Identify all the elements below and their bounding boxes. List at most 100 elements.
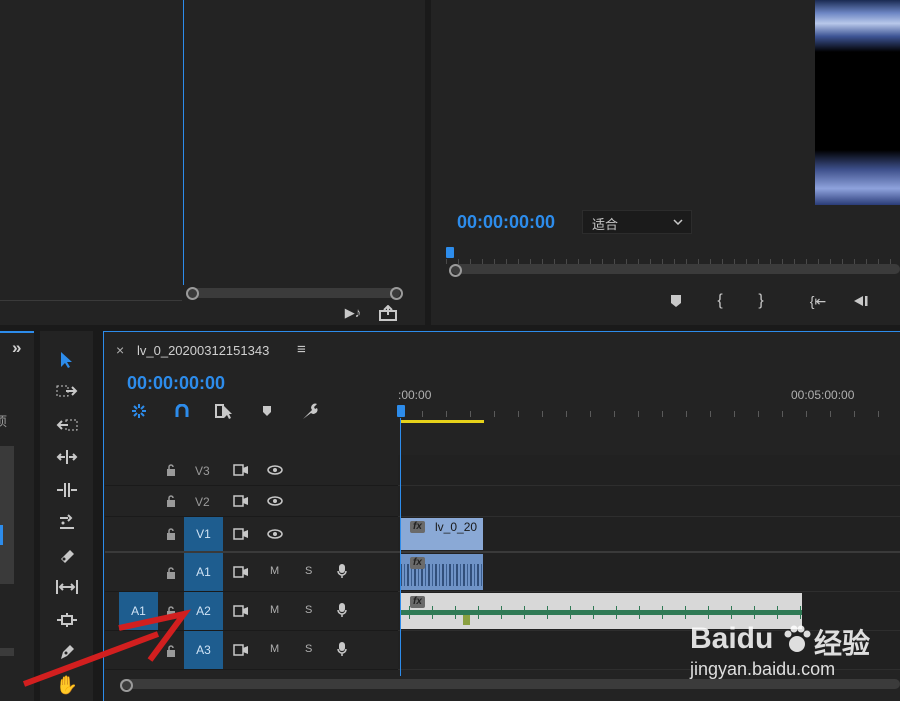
go-to-in-icon[interactable]: {⇤ [807,291,829,311]
work-area-bar[interactable] [400,420,484,423]
project-scroll-track[interactable] [0,648,14,656]
watermark-url: jingyan.baidu.com [690,659,836,679]
source-playhead-line [183,0,184,285]
microphone-icon[interactable] [335,601,349,619]
program-scroll-bar[interactable] [451,264,900,274]
microphone-icon[interactable] [335,562,349,580]
export-frame-icon[interactable] [378,304,398,322]
track-area-v3[interactable] [398,455,900,486]
track-select-forward-icon[interactable] [54,381,80,401]
program-monitor-panel: 00:00:00:00 适合 { } {⇤ [431,0,900,325]
ruler-ticks [398,411,900,417]
sequence-tab-close-button[interactable]: × [116,342,124,358]
ruler-start-label: :00:00 [398,388,432,402]
lock-icon[interactable] [164,526,178,542]
rolling-edit-icon[interactable] [54,480,80,500]
project-item-selected[interactable] [0,525,3,545]
nest-icon[interactable] [130,402,148,420]
step-back-icon[interactable] [849,292,871,310]
audio-clip-a1[interactable]: fx [400,554,483,590]
track-name-v3[interactable]: V3 [195,464,210,478]
track-header-v3 [105,455,398,486]
source-scroll-handle-right[interactable] [390,287,403,300]
source-scroll-bar[interactable] [186,288,400,298]
chevron-down-icon [671,215,685,229]
snap-icon[interactable] [173,402,191,420]
toggle-sync-lock-icon[interactable] [233,565,249,579]
video-light-streaks-bottom [815,150,900,205]
annotation-arrow [22,609,192,687]
project-tab-char[interactable]: 项 [0,411,7,430]
wrench-icon[interactable] [300,401,320,421]
track-header-a1 [105,553,398,592]
program-scroll-handle[interactable] [449,264,462,277]
panel-expand-button[interactable]: » [12,338,21,358]
toggle-sync-lock-icon[interactable] [233,494,249,508]
program-playhead[interactable] [446,247,454,258]
microphone-icon[interactable] [335,640,349,658]
track-target-v1[interactable]: V1 [184,517,223,551]
panel-top-border [0,331,34,333]
toggle-sync-lock-icon[interactable] [233,463,249,477]
paw-icon [782,624,812,654]
mute-button-a3[interactable]: M [270,643,279,655]
track-header-v1 [105,517,398,552]
fit-select[interactable]: 适合 [582,210,692,234]
timeline-ruler[interactable]: :00:00 00:05:00:00 [398,385,900,423]
sequence-menu-icon[interactable]: ≡ [297,341,306,358]
fit-select-value: 适合 [592,217,619,232]
lock-icon[interactable] [164,565,178,581]
mark-in-icon[interactable]: { [712,291,728,311]
keyframe-marker [463,615,470,625]
timeline-panel-border [103,331,900,332]
selection-tool-icon[interactable] [56,349,78,371]
solo-button-a1[interactable]: S [305,565,312,577]
timeline-playhead[interactable] [397,405,405,417]
track-name-v2[interactable]: V2 [195,495,210,509]
lock-icon[interactable] [164,462,178,478]
toggle-sync-lock-icon[interactable] [233,604,249,618]
add-marker-icon[interactable] [259,403,275,419]
track-name-v1: V1 [196,527,211,541]
track-name-a1: A1 [196,565,211,579]
video-light-streaks-top [815,0,900,52]
track-name-a2: A2 [196,604,211,618]
rate-stretch-icon[interactable] [54,513,80,533]
mark-out-icon[interactable]: } [753,291,769,311]
source-scroll-handle-left[interactable] [186,287,199,300]
fx-badge: fx [410,557,425,569]
solo-button-a3[interactable]: S [305,643,312,655]
eye-icon[interactable] [266,527,284,541]
track-header-v2 [105,486,398,517]
watermark-brand: Baidu [690,622,774,655]
linked-selection-icon[interactable] [214,402,234,420]
razor-icon[interactable] [54,546,80,566]
toggle-sync-lock-icon[interactable] [233,643,249,657]
track-target-a1[interactable]: A1 [184,553,223,591]
play-audio-icon[interactable]: ▶♪ [342,305,364,321]
fx-badge: fx [410,521,425,533]
lock-icon[interactable] [164,493,178,509]
sequence-tab-title[interactable]: lv_0_20200312151343 [137,343,269,358]
fx-badge: fx [410,596,425,608]
timeline-timecode[interactable]: 00:00:00:00 [127,373,225,394]
program-video-frame [815,0,900,205]
program-time-ruler[interactable] [446,250,900,264]
toggle-sync-lock-icon[interactable] [233,527,249,541]
ripple-edit-icon[interactable] [54,447,80,467]
ruler-mid-label: 00:05:00:00 [791,388,855,402]
eye-icon[interactable] [266,494,284,508]
track-area-v2[interactable] [398,486,900,517]
track-select-backward-icon[interactable] [54,415,80,435]
program-timecode[interactable]: 00:00:00:00 [457,212,555,233]
source-monitor-panel: ▶♪ [0,0,425,325]
eye-icon[interactable] [266,463,284,477]
solo-button-a2[interactable]: S [305,604,312,616]
video-clip[interactable]: fx lv_0_20 [400,518,483,550]
baidu-watermark: Baidu 经验 jingyan.baidu.com [690,622,890,684]
slip-icon[interactable] [54,577,80,597]
marker-icon[interactable] [668,292,684,310]
timeline-playhead-line [400,418,401,676]
mute-button-a1[interactable]: M [270,565,279,577]
mute-button-a2[interactable]: M [270,604,279,616]
